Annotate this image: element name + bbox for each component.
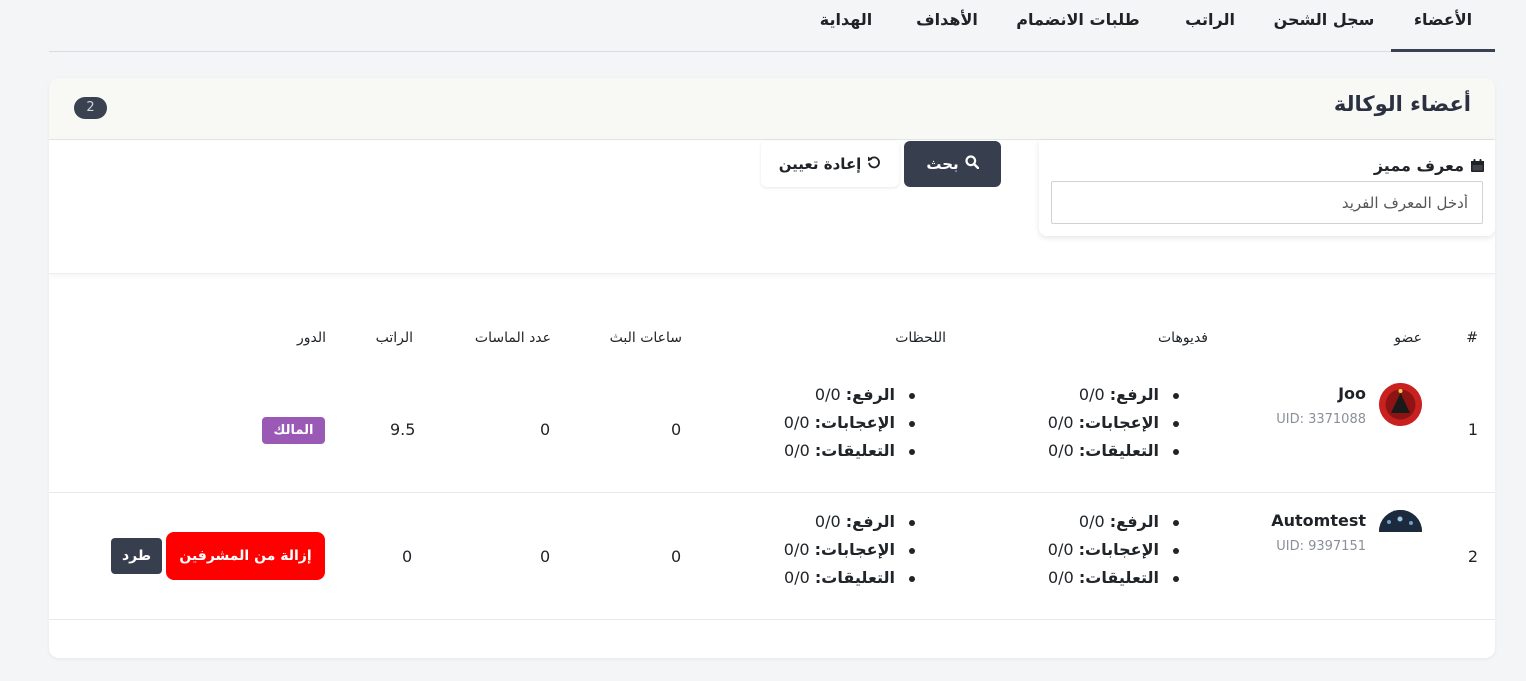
top-tabs: الأعضاء سجل الشحن الراتب طلبات الانضمام … — [49, 0, 1495, 52]
videos-stats: الرفع: 0/0 الإعجابات: 0/0 التعليقات: 0/0 — [1048, 508, 1180, 592]
list-item: الرفع: 0/0 — [1048, 381, 1180, 409]
member-count-badge: 2 — [74, 97, 107, 119]
row-index: 2 — [1467, 547, 1478, 566]
list-item: الإعجابات: 0/0 — [1048, 409, 1180, 437]
uid-filter-label-text: معرف مميز — [1373, 156, 1464, 175]
col-header-videos: فديوهات — [1158, 330, 1208, 346]
salary-value: 0 — [402, 547, 413, 566]
salary-value: 9.5 — [390, 420, 416, 439]
videos-stats: الرفع: 0/0 الإعجابات: 0/0 التعليقات: 0/0 — [1048, 381, 1180, 465]
reset-button-label: إعادة تعيين — [778, 155, 862, 173]
list-item: التعليقات: 0/0 — [784, 437, 916, 465]
calendar-icon — [1470, 158, 1485, 173]
moments-stats: الرفع: 0/0 الإعجابات: 0/0 التعليقات: 0/0 — [784, 508, 916, 592]
col-header-index: # — [1466, 330, 1478, 346]
list-item: الإعجابات: 0/0 — [784, 409, 916, 437]
list-item: الرفع: 0/0 — [1048, 508, 1180, 536]
member-name[interactable]: Automtest — [1271, 511, 1366, 530]
role-badge-owner: المالك — [262, 417, 325, 444]
list-item: الإعجابات: 0/0 — [1048, 536, 1180, 564]
filter-section: معرف مميز بحث إعادة تعيين — [49, 140, 1495, 274]
col-header-moments: اللحظات — [895, 330, 946, 346]
col-header-role: الدور — [296, 330, 326, 346]
col-header-salary: الراتب — [375, 330, 413, 346]
moments-stats: الرفع: 0/0 الإعجابات: 0/0 التعليقات: 0/0 — [784, 381, 916, 465]
card-header: أعضاء الوكالة 2 — [49, 78, 1495, 140]
row-index: 1 — [1467, 420, 1478, 439]
tab-salary[interactable]: الراتب — [1177, 0, 1243, 51]
tab-join-requests[interactable]: طلبات الانضمام — [1013, 0, 1143, 51]
remove-from-supervisors-button[interactable]: إزالة من المشرفين — [166, 532, 325, 580]
col-header-member: عضو — [1394, 330, 1422, 346]
member-uid: UID: 3371088 — [1276, 412, 1366, 427]
uid-input[interactable] — [1051, 181, 1483, 224]
tab-recharge-log[interactable]: سجل الشحن — [1269, 0, 1379, 51]
col-header-diamonds: عدد الماسات — [474, 330, 551, 346]
search-icon — [965, 155, 979, 173]
table-row: 1 Joo UID: 3371088 الرفع: 0/0 الإعجابات:… — [49, 366, 1495, 493]
list-item: الرفع: 0/0 — [784, 508, 916, 536]
col-header-live-hours: ساعات البث — [609, 330, 682, 346]
list-item: التعليقات: 0/0 — [1048, 437, 1180, 465]
diamonds-value: 0 — [540, 420, 551, 439]
list-item: التعليقات: 0/0 — [784, 564, 916, 592]
list-item: الرفع: 0/0 — [784, 381, 916, 409]
card-title: أعضاء الوكالة — [1333, 92, 1471, 116]
kick-button[interactable]: طرد — [111, 538, 162, 574]
list-item: الإعجابات: 0/0 — [784, 536, 916, 564]
tab-members[interactable]: الأعضاء — [1391, 0, 1495, 52]
avatar[interactable] — [1379, 383, 1422, 426]
search-button-label: بحث — [926, 155, 959, 173]
tab-goals[interactable]: الأهداف — [907, 0, 987, 51]
live-hours-value: 0 — [671, 547, 682, 566]
uid-filter-label: معرف مميز — [1374, 156, 1485, 175]
reset-button[interactable]: إعادة تعيين — [761, 141, 899, 187]
live-hours-value: 0 — [671, 420, 682, 439]
undo-icon — [867, 155, 881, 173]
table-row: 2 Automtest UID: 9397151 الرفع: 0/0 الإع… — [49, 493, 1495, 620]
diamonds-value: 0 — [540, 547, 551, 566]
agency-members-card: أعضاء الوكالة 2 معرف مميز أدخل المعرف ال… — [49, 78, 1495, 658]
member-uid: UID: 9397151 — [1276, 539, 1366, 554]
avatar[interactable] — [1379, 510, 1422, 532]
list-item: التعليقات: 0/0 — [1048, 564, 1180, 592]
tab-gifts[interactable]: الهداية — [811, 0, 881, 51]
member-name[interactable]: Joo — [1338, 384, 1366, 403]
uid-filter-box: معرف مميز — [1039, 140, 1495, 236]
search-button[interactable]: بحث — [904, 141, 1001, 187]
